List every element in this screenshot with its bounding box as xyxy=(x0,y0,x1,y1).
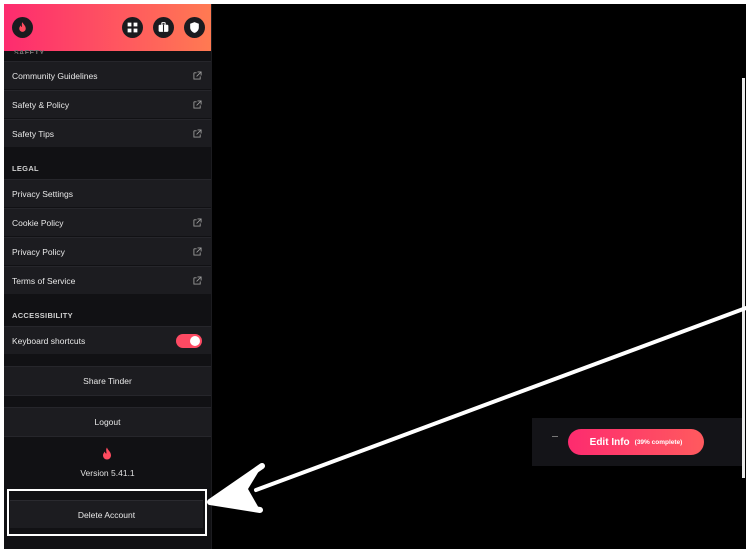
external-link-icon xyxy=(193,276,202,285)
menu-item-label: Community Guidelines xyxy=(12,70,98,81)
menu-item-cookie-policy[interactable]: Cookie Policy xyxy=(4,208,211,236)
delete-account-button[interactable]: Delete Account xyxy=(10,500,203,528)
menu-item-label: Privacy Policy xyxy=(12,246,65,257)
app-window: SAFETY Community Guidelines Safety & Pol… xyxy=(4,4,746,549)
external-link-icon xyxy=(193,129,202,138)
menu-item-label: Safety Tips xyxy=(12,128,55,139)
keyboard-shortcuts-toggle[interactable] xyxy=(176,334,202,348)
external-link-icon xyxy=(193,71,202,80)
profile-card-footer: Edit Info (39% complete) xyxy=(532,418,742,466)
menu-item-safety-policy[interactable]: Safety & Policy xyxy=(4,90,211,118)
divider xyxy=(552,436,558,437)
setting-keyboard-shortcuts: Keyboard shortcuts xyxy=(4,326,211,354)
menu-item-community-guidelines[interactable]: Community Guidelines xyxy=(4,61,211,89)
logout-button[interactable]: Logout xyxy=(4,407,211,437)
external-link-icon xyxy=(193,247,202,256)
explore-grid-icon[interactable] xyxy=(122,17,143,38)
briefcase-icon[interactable] xyxy=(153,17,174,38)
edit-info-label: Edit Info xyxy=(589,436,630,448)
external-link-icon xyxy=(193,218,202,227)
menu-item-privacy-settings[interactable]: Privacy Settings xyxy=(4,179,211,207)
app-version: Version 5.41.1 xyxy=(80,468,135,478)
menu-item-label: Terms of Service xyxy=(12,275,76,286)
shield-icon[interactable] xyxy=(184,17,205,38)
section-heading-accessibility: ACCESSIBILITY xyxy=(12,311,73,320)
sidebar-header xyxy=(4,4,211,51)
menu-item-label: Cookie Policy xyxy=(12,217,64,228)
menu-item-safety-tips[interactable]: Safety Tips xyxy=(4,119,211,147)
menu-item-privacy-policy[interactable]: Privacy Policy xyxy=(4,237,211,265)
external-link-icon xyxy=(193,100,202,109)
settings-sidebar: SAFETY Community Guidelines Safety & Pol… xyxy=(4,4,212,549)
tinder-flame-icon[interactable] xyxy=(12,17,33,38)
menu-item-terms-of-service[interactable]: Terms of Service xyxy=(4,266,211,294)
menu-item-label: Safety & Policy xyxy=(12,99,70,110)
tinder-flame-icon xyxy=(103,447,111,460)
setting-label: Keyboard shortcuts xyxy=(12,335,86,346)
profile-completion: (39% complete) xyxy=(634,438,683,446)
share-tinder-button[interactable]: Share Tinder xyxy=(4,366,211,396)
section-heading-legal: LEGAL xyxy=(12,164,39,173)
panel-edge xyxy=(742,78,745,478)
menu-item-label: Privacy Settings xyxy=(12,188,73,199)
edit-info-button[interactable]: Edit Info (39% complete) xyxy=(568,429,704,455)
section-heading-safety: SAFETY xyxy=(14,50,45,54)
